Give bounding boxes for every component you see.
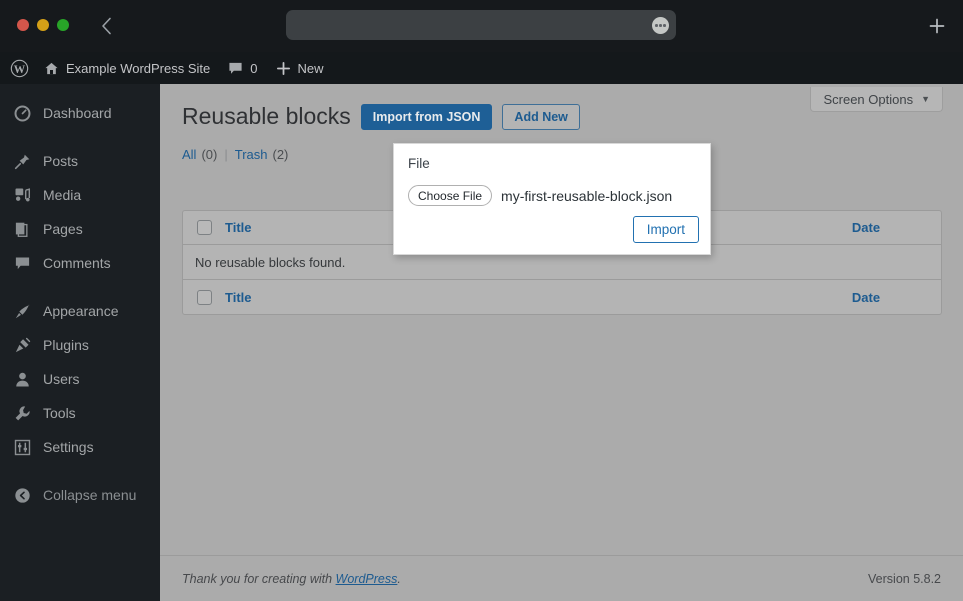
sidebar-item-tools[interactable]: Tools [0,396,160,430]
page-menu-icon[interactable] [652,17,669,34]
dashboard-icon [12,103,32,123]
new-content-label: New [297,60,324,76]
admin-footer: Thank you for creating with WordPress. V… [160,555,963,601]
page-title: Reusable blocks [182,103,351,129]
sidebar-item-pages[interactable]: Pages [0,212,160,246]
screen-options-label: Screen Options [823,91,914,107]
wp-admin-bar: W Example WordPress Site 0 New [0,52,963,84]
adminbar-comments[interactable]: 0 [219,52,266,84]
sidebar-label: Comments [43,255,111,271]
import-submit-button[interactable]: Import [632,216,699,243]
column-header-title-bottom[interactable]: Title [225,290,791,305]
comments-count: 0 [250,60,258,76]
plus-icon [929,18,945,34]
address-bar[interactable] [286,10,676,40]
chevron-down-icon: ▼ [921,94,930,104]
window-controls [17,19,69,31]
page-header: Reusable blocks Import from JSON Add New [182,102,580,132]
filter-trash-link[interactable]: Trash [235,147,268,162]
maximize-window-button[interactable] [57,19,69,31]
sidebar-label: Dashboard [43,105,112,121]
page-icon [12,219,32,239]
import-from-json-dialog: File Choose File my-first-reusable-block… [393,143,711,255]
adminbar-site-name[interactable]: Example WordPress Site [35,52,219,84]
add-new-button[interactable]: Add New [502,103,580,130]
sidebar-divider [0,280,160,294]
sidebar-item-appearance[interactable]: Appearance [0,294,160,328]
choose-file-button[interactable]: Choose File [408,185,493,206]
plug-icon [12,335,32,355]
sidebar-item-posts[interactable]: Posts [0,144,160,178]
svg-text:W: W [14,63,26,75]
sidebar-label: Appearance [43,303,119,319]
filter-all-count: (0) [201,147,218,162]
select-all-checkbox-top[interactable] [196,220,212,235]
footer-thanks-prefix: Thank you for creating with [182,571,336,586]
plus-icon [276,61,291,76]
select-all-cell [183,289,225,305]
filter-all-link[interactable]: All [182,147,196,162]
sidebar-divider [0,130,160,144]
wrench-icon [12,403,32,423]
wp-admin-sidebar: Dashboard Posts Media Pages Comments App… [0,84,160,601]
sidebar-divider [0,464,160,478]
new-tab-button[interactable] [927,16,947,36]
sidebar-item-plugins[interactable]: Plugins [0,328,160,362]
sidebar-label: Media [43,187,82,203]
paintbrush-icon [12,301,32,321]
sidebar-item-users[interactable]: Users [0,362,160,396]
filter-separator: | [224,147,228,162]
column-header-date-top[interactable]: Date [791,220,941,235]
import-from-json-button[interactable]: Import from JSON [360,103,493,130]
sidebar-collapse-menu[interactable]: Collapse menu [0,478,160,512]
file-input-row: Choose File my-first-reusable-block.json [408,185,672,206]
chevron-left-icon [101,17,111,35]
select-all-cell [183,220,225,235]
adminbar-new-content[interactable]: New [267,52,333,84]
wordpress-logo-icon: W [10,59,29,78]
home-icon [44,61,59,76]
browser-chrome [0,0,963,52]
selected-file-name: my-first-reusable-block.json [501,187,673,204]
sidebar-label: Settings [43,439,94,455]
site-name-label: Example WordPress Site [66,60,211,76]
minimize-window-button[interactable] [37,19,49,31]
sidebar-label: Posts [43,153,79,169]
filter-trash-count: (2) [272,147,289,162]
sidebar-label: Collapse menu [43,487,137,503]
adminbar-wp-logo[interactable]: W [0,52,35,84]
screen-options-button[interactable]: Screen Options ▼ [810,87,943,112]
close-window-button[interactable] [17,19,29,31]
user-icon [12,369,32,389]
back-button[interactable] [96,15,116,37]
table-footer-row: Title Date [183,280,941,314]
sidebar-label: Tools [43,405,76,421]
column-header-date-bottom[interactable]: Date [791,290,941,305]
chevron-left-circle-icon [12,485,32,505]
file-field-label: File [408,156,430,171]
comment-bubble-icon [228,61,243,76]
media-icon [12,185,32,205]
sidebar-item-dashboard[interactable]: Dashboard [0,96,160,130]
sidebar-label: Pages [43,221,83,237]
footer-version: Version 5.8.2 [868,571,941,586]
sidebar-label: Users [43,371,80,387]
footer-thanks-suffix: . [397,571,401,586]
sidebar-item-settings[interactable]: Settings [0,430,160,464]
footer-thanks: Thank you for creating with WordPress. [182,572,401,586]
select-all-checkbox-bottom[interactable] [196,289,212,305]
wordpress-link[interactable]: WordPress [336,572,398,586]
sidebar-item-comments[interactable]: Comments [0,246,160,280]
pin-icon [12,151,32,171]
sidebar-item-media[interactable]: Media [0,178,160,212]
comment-icon [12,253,32,273]
list-filter-links: All (0) | Trash (2) [182,147,288,162]
sliders-icon [12,437,32,457]
sidebar-label: Plugins [43,337,89,353]
